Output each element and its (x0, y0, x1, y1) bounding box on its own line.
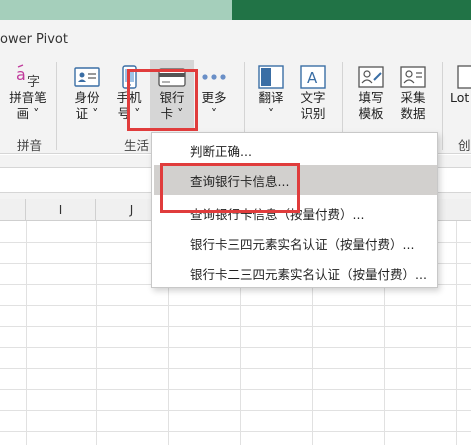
more-label-2: ˅ (210, 106, 218, 121)
grid-line (0, 305, 471, 306)
bank-card-icon (158, 64, 186, 90)
more-button[interactable]: 更多 ˅ (196, 64, 232, 122)
svg-text:字: 字 (27, 75, 40, 90)
collect-data-icon (399, 64, 427, 90)
menu-item-query-bank-info[interactable]: 查询银行卡信息... (154, 165, 437, 195)
excel-window: { "ribbon": { "tab_label": "ower Pivot",… (0, 0, 471, 445)
svg-text:a: a (16, 65, 26, 84)
group-pinyin-label: 拼音 (17, 138, 43, 153)
tab-power-pivot[interactable]: ower Pivot (0, 32, 68, 47)
menu-item-validate[interactable]: 判断正确... (154, 135, 437, 165)
lot-icon (450, 64, 471, 90)
ribbon-separator (442, 62, 443, 150)
ocr-label-2: 识别 (300, 106, 326, 121)
menu-item-two-three-four-element-auth[interactable]: 银行卡二三四元素实名认证（按量付费）... (154, 258, 437, 288)
grid-line (96, 221, 97, 445)
grid-line (0, 431, 471, 432)
grid-line (0, 389, 471, 390)
text-recognition-icon: A (299, 64, 327, 90)
id-card-icon (73, 64, 101, 90)
pinyin-stroke-button[interactable]: a 字 拼音笔 画 ˅ (6, 64, 50, 122)
collect-data-label-2: 数据 (400, 106, 426, 121)
bank-card-button[interactable]: 银行 卡 ˅ (150, 60, 194, 130)
column-header-partial[interactable] (0, 199, 26, 221)
translate-label-2: ˅ (267, 106, 275, 121)
ribbon-separator (56, 62, 57, 150)
fill-template-label-2: 模板 (358, 106, 384, 121)
grid-line (0, 368, 471, 369)
phone-number-button[interactable]: 手机 号 ˅ (110, 64, 148, 122)
bank-card-label-2: 卡 ˅ (160, 106, 184, 121)
collect-data-button[interactable]: 采集 数据 (393, 64, 433, 122)
title-bar (0, 0, 471, 20)
more-dots-icon (200, 64, 228, 90)
translate-label-1: 翻译 (258, 90, 284, 105)
group-partial-label: 创 (458, 138, 471, 153)
pinyin-icon: a 字 (14, 64, 42, 90)
grid-line (26, 221, 27, 445)
id-card-button[interactable]: 身份 证 ˅ (66, 64, 108, 122)
lot-button[interactable]: Lot (450, 64, 471, 106)
bank-card-dropdown-menu: 判断正确... 查询银行卡信息... 查询银行卡信息（按量付费）... 银行卡三… (151, 132, 438, 288)
more-label-1: 更多 (201, 90, 227, 105)
grid-line (0, 410, 471, 411)
id-card-label-2: 证 ˅ (75, 106, 99, 121)
search-box[interactable] (0, 0, 232, 20)
menu-item-query-bank-info-paid[interactable]: 查询银行卡信息（按量付费）... (154, 198, 437, 228)
phone-label-1: 手机 (116, 90, 142, 105)
id-card-label-1: 身份 (74, 90, 100, 105)
pinyin-label-1: 拼音笔 (9, 90, 47, 105)
pinyin-label-2: 画 ˅ (16, 106, 40, 121)
svg-text:A: A (307, 69, 318, 87)
fill-template-icon (357, 64, 385, 90)
ocr-label-1: 文字 (300, 90, 326, 105)
lot-label: Lot (450, 90, 470, 105)
column-header-i[interactable]: I (26, 199, 96, 221)
menu-item-three-four-element-auth[interactable]: 银行卡三四元素实名认证（按量付费）... (154, 228, 437, 258)
group-life-label: 生活 (124, 138, 150, 153)
grid-line (0, 326, 471, 327)
bank-card-label-1: 银行 (159, 90, 185, 105)
fill-template-button[interactable]: 填写 模板 (351, 64, 391, 122)
phone-icon (115, 64, 143, 90)
grid-line (0, 347, 471, 348)
phone-label-2: 号 ˅ (117, 106, 141, 121)
ocr-button[interactable]: A 文字 识别 (293, 64, 333, 122)
translate-button[interactable]: 翻译 ˅ (252, 64, 290, 122)
grid-line (456, 221, 457, 445)
collect-data-label-1: 采集 (400, 90, 426, 105)
translate-icon (257, 64, 285, 90)
fill-template-label-1: 填写 (358, 90, 384, 105)
